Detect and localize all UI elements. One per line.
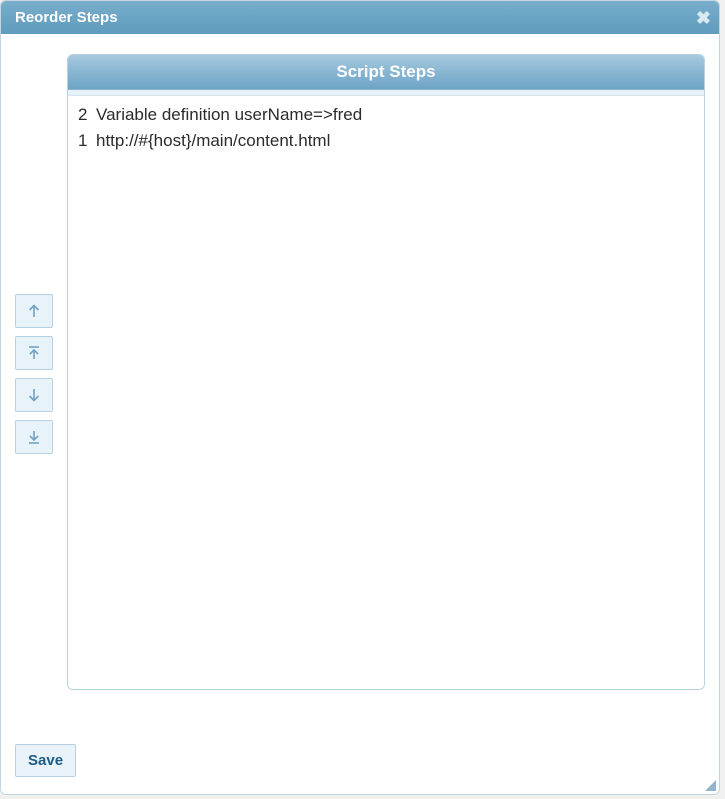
dialog-header: Reorder Steps ✖ [1,1,719,34]
step-description: http://#{host}/main/content.html [96,131,694,151]
step-description: Variable definition userName=>fred [96,105,694,125]
dialog-footer: Save [15,724,705,777]
step-order: 1 [78,131,96,151]
save-button[interactable]: Save [15,744,76,777]
resize-handle-icon[interactable] [705,780,716,791]
close-icon[interactable]: ✖ [696,9,711,27]
move-to-bottom-button[interactable] [15,420,53,454]
move-to-top-button[interactable] [15,336,53,370]
arrow-to-bottom-icon [27,429,41,445]
reorder-steps-dialog: Reorder Steps ✖ [0,0,720,795]
list-item[interactable]: 2 Variable definition userName=>fred [68,102,704,128]
list-item[interactable]: 1 http://#{host}/main/content.html [68,128,704,154]
dialog-title: Reorder Steps [15,9,118,26]
step-order: 2 [78,105,96,125]
content-row: Script Steps 2 Variable definition userN… [15,54,705,724]
script-steps-panel: Script Steps 2 Variable definition userN… [67,54,705,690]
move-up-button[interactable] [15,294,53,328]
steps-list[interactable]: 2 Variable definition userName=>fred 1 h… [68,96,704,689]
arrow-down-icon [27,387,41,403]
dialog-body: Script Steps 2 Variable definition userN… [1,34,719,791]
reorder-controls [15,294,55,454]
panel-title: Script Steps [68,55,704,90]
arrow-up-icon [27,303,41,319]
arrow-to-top-icon [27,345,41,361]
move-down-button[interactable] [15,378,53,412]
